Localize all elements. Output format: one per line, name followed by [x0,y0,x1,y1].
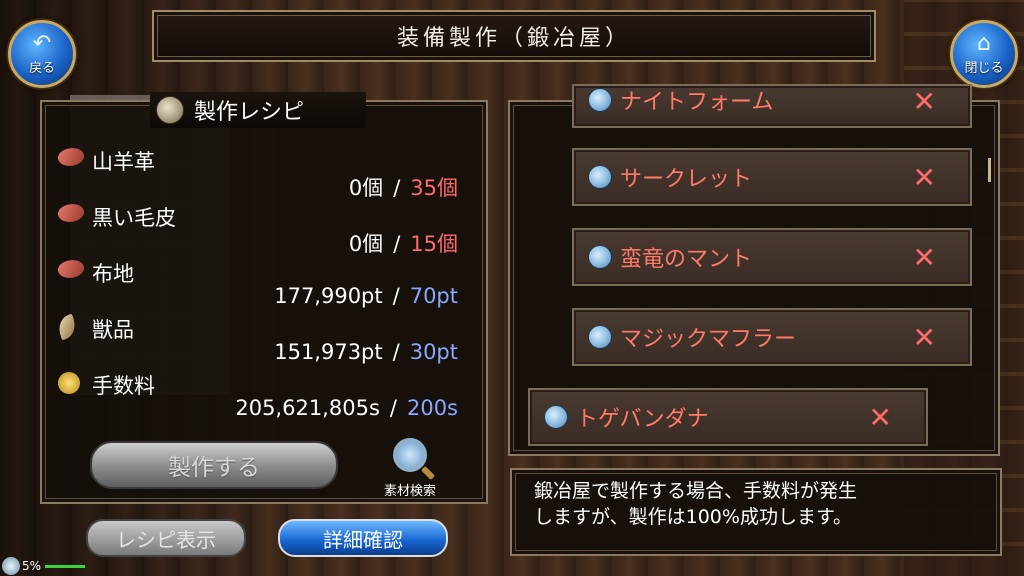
craft-button-label: 製作する [168,455,260,481]
material-need: 30pt [409,340,458,364]
helm-icon [588,88,612,112]
material-name: 黒い毛皮 [92,206,176,230]
info-line-2: しますが、製作は100%成功します。 [534,506,853,528]
helm-icon [588,325,612,349]
quantity-separator: / [392,340,400,364]
item-name: トゲバンダナ [576,407,709,432]
tab-recipe-view[interactable]: レシピ表示 [86,519,246,557]
fang-icon [54,313,80,341]
recipe-heading-text: 製作レシピ [194,100,305,125]
not-craftable-icon: ✕ [868,400,892,434]
item-name: サークレット [620,167,753,192]
list-item[interactable]: マジックマフラー ✕ [572,308,972,366]
page-title-text: 装備製作（鍛冶屋） [396,26,631,51]
material-need: 35個 [410,176,458,200]
material-row: 手数料 205,621,805s / 200s [58,370,458,426]
material-name: 獣品 [92,318,134,342]
material-have: 205,621,805s [235,396,380,420]
material-row: 山羊革 0個 / 35個 [55,144,458,202]
material-have: 151,973pt [274,340,383,364]
material-need: 70pt [409,284,458,308]
not-craftable-icon: ✕ [912,320,936,354]
item-name: 蛮竜のマント [620,247,753,272]
material-quantity: 177,990pt / 70pt [274,284,458,308]
bag-icon [156,96,184,124]
item-name: ナイトフォーム [620,90,774,115]
quantity-separator: / [393,176,401,200]
list-scrollbar[interactable] [988,158,991,182]
info-text: 鍛冶屋で製作する場合、手数料が発生 しますが、製作は100%成功します。 [534,478,984,530]
not-craftable-icon: ✕ [912,160,936,194]
status-indicator: 5% [0,556,86,576]
pelt-icon [55,256,87,282]
list-item[interactable]: 蛮竜のマント ✕ [572,228,972,286]
material-have: 0個 [348,232,384,256]
material-row: 獣品 151,973pt / 30pt [54,313,458,370]
tab-detail-view-label: 詳細確認 [323,527,403,552]
quantity-separator: / [392,284,400,308]
status-gauge [45,564,86,568]
pelt-icon [55,200,87,226]
material-have: 0個 [348,176,384,200]
back-arrow-icon: ↶ [32,30,52,56]
material-need: 200s [406,396,458,420]
material-quantity: 0個 / 15個 [349,228,458,258]
recipe-heading: 製作レシピ [150,92,366,128]
material-name: 山羊革 [92,150,155,174]
back-label: 戻る [28,60,55,76]
material-quantity: 205,621,805s / 200s [235,396,458,420]
material-quantity: 0個 / 35個 [349,172,458,202]
item-name: マジックマフラー [620,327,797,352]
material-name: 手数料 [92,374,155,398]
coin-icon [58,372,80,394]
not-craftable-icon: ✕ [912,85,936,118]
material-quantity: 151,973pt / 30pt [274,340,458,364]
material-search-button[interactable]: 素材検索 [370,438,450,499]
list-item[interactable]: サークレット ✕ [572,148,972,206]
helm-icon [588,165,612,189]
material-have: 177,990pt [274,284,383,308]
material-need: 15個 [410,232,458,256]
close-button[interactable]: ⌂ 閉じる [950,20,1018,88]
material-row: 布地 177,990pt / 70pt [55,256,458,314]
tab-detail-view[interactable]: 詳細確認 [278,519,448,557]
page-title: 装備製作（鍛冶屋） [152,10,876,62]
craft-button[interactable]: 製作する [90,441,338,489]
status-percent: 5% [22,559,42,573]
helm-icon [544,405,568,429]
not-craftable-icon: ✕ [912,240,936,274]
material-row: 黒い毛皮 0個 / 15個 [55,200,458,258]
material-search-label: 素材検索 [383,484,436,499]
home-icon: ⌂ [977,30,991,56]
info-line-1: 鍛冶屋で製作する場合、手数料が発生 [534,480,858,502]
list-item[interactable]: ナイトフォーム ✕ [572,84,972,128]
tab-recipe-view-label: レシピ表示 [116,527,216,552]
list-item-selected[interactable]: トゲバンダナ ✕ [528,388,928,446]
quantity-separator: / [393,232,401,256]
quantity-separator: / [389,396,397,420]
helm-icon [588,245,612,269]
orb-icon [2,557,20,575]
back-button[interactable]: ↶ 戻る [8,20,76,88]
magnifier-icon [393,438,427,472]
pelt-icon [55,144,87,170]
material-name: 布地 [92,262,134,286]
close-label: 閉じる [964,60,1004,76]
